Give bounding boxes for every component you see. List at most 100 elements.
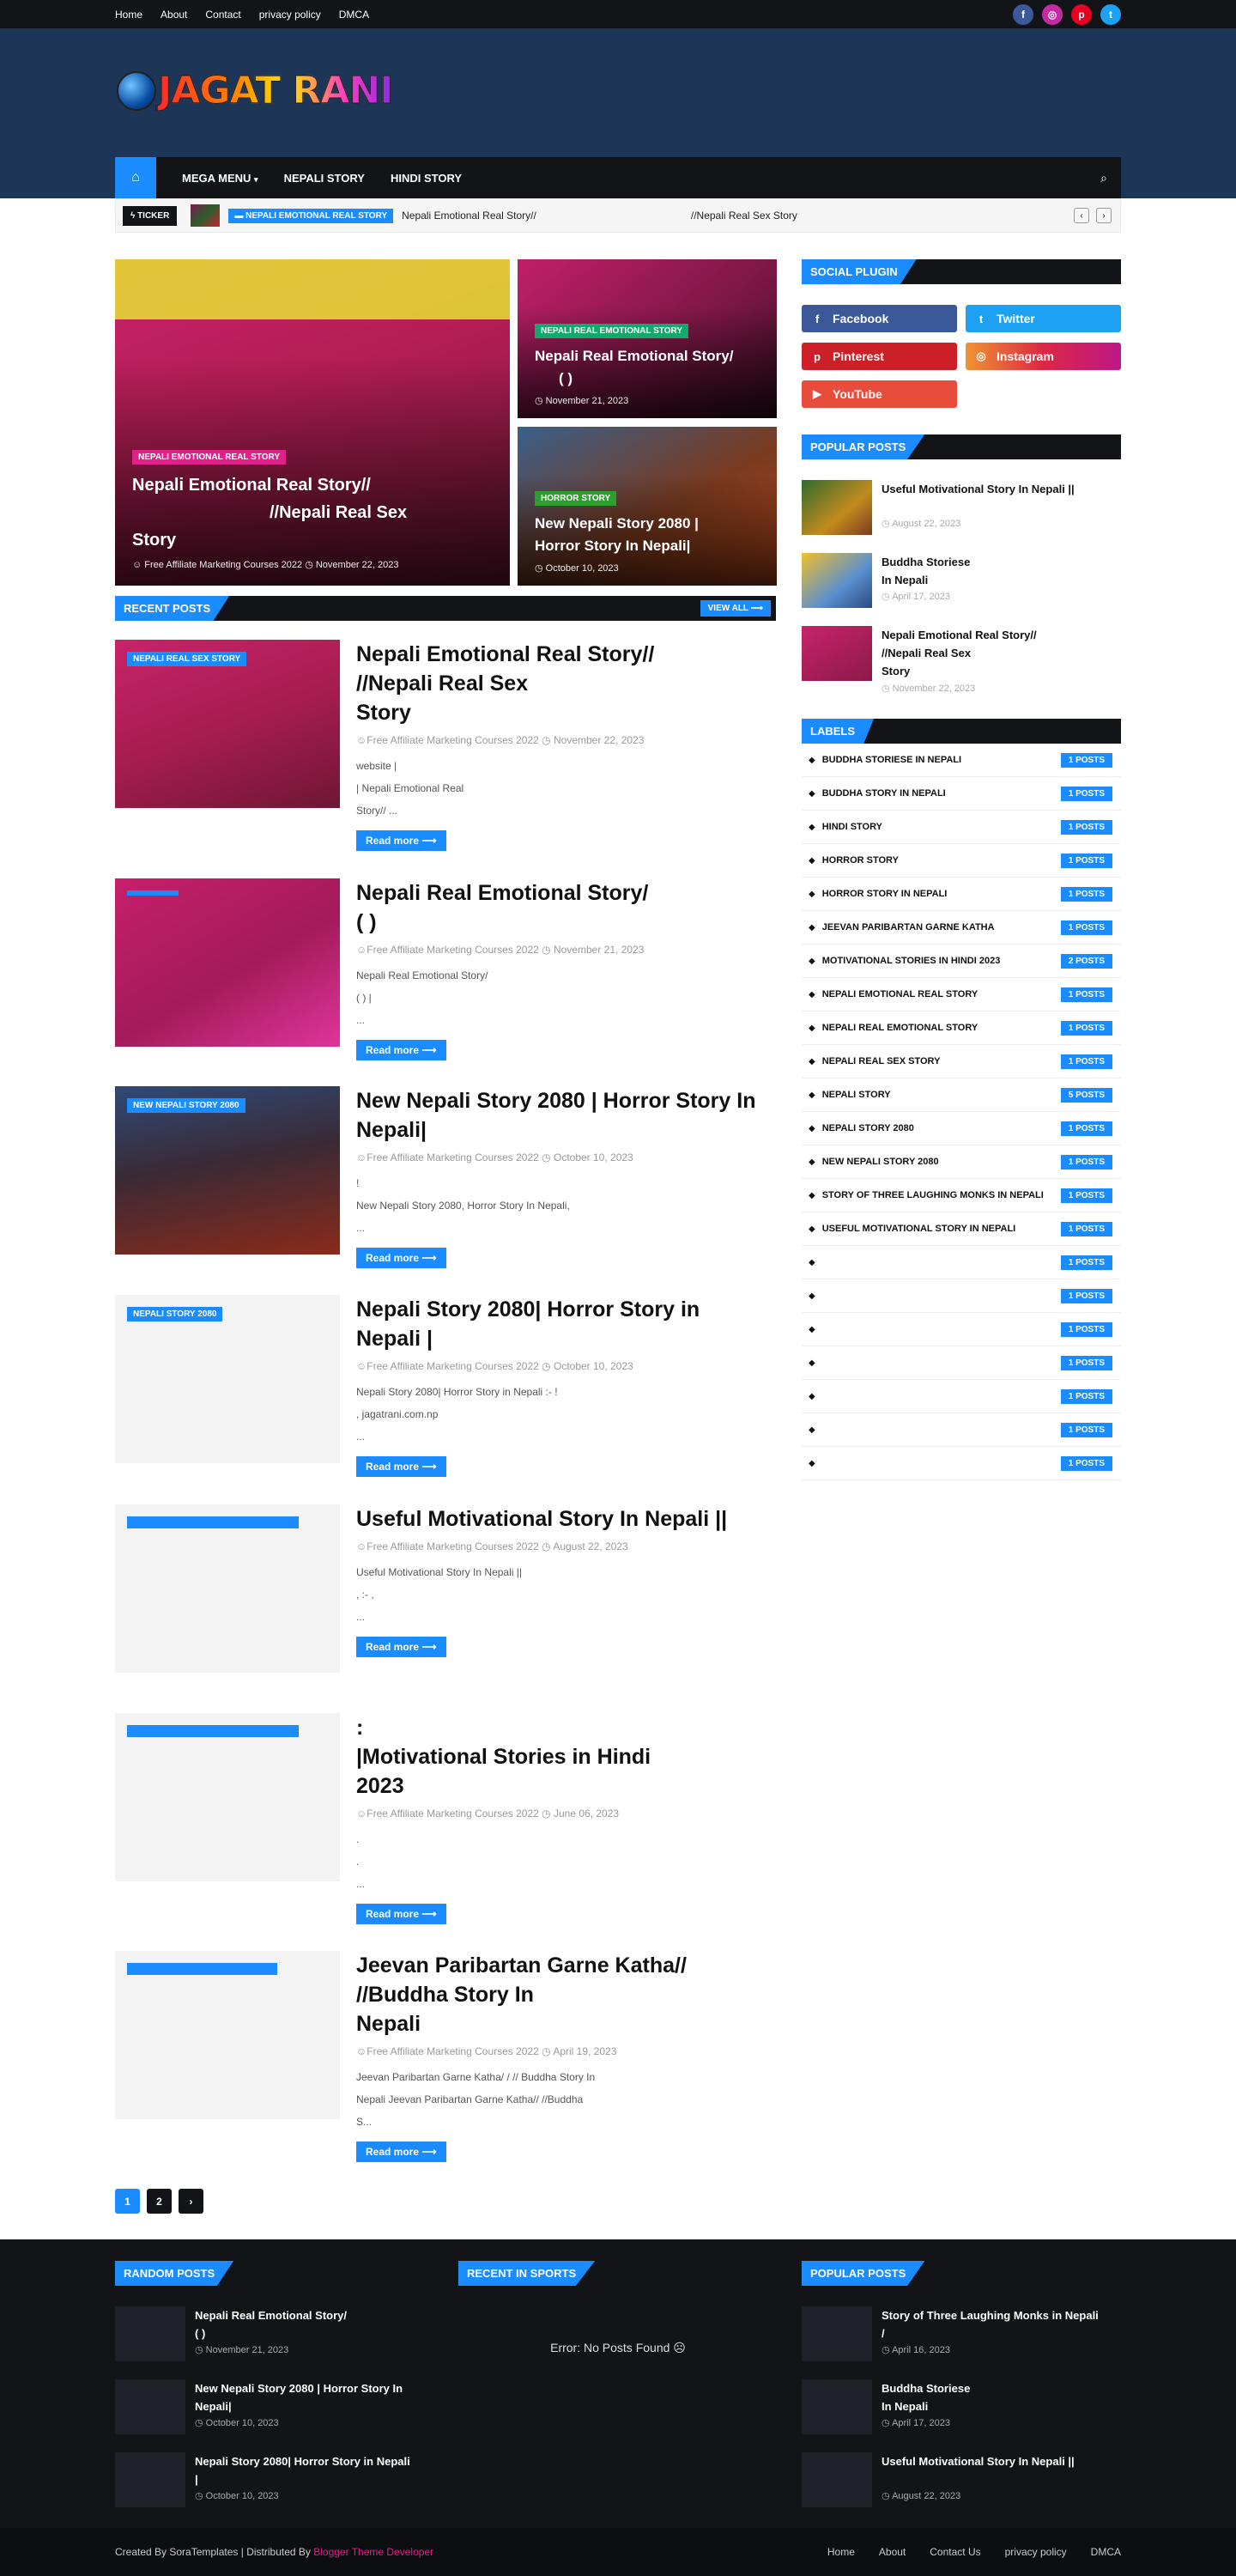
footer-popular-thumbnail[interactable] (802, 2452, 872, 2507)
featured-2-tag[interactable]: NEPALI REAL EMOTIONAL STORY (535, 324, 689, 338)
twitter-button[interactable]: t Twitter (966, 305, 1121, 332)
read-more-button[interactable]: Read more ⟶ (356, 830, 446, 851)
footer-popular-thumbnail[interactable] (802, 2379, 872, 2434)
next-page-button[interactable]: › (179, 2189, 203, 2214)
random-post-thumbnail[interactable] (115, 2379, 185, 2434)
label-item[interactable]: ◆ 1 POSTS (802, 1246, 1121, 1279)
label-item[interactable]: ◆ 1 POSTS (802, 1413, 1121, 1447)
view-all-button[interactable]: VIEW ALL ⟶ (700, 600, 771, 617)
site-logo[interactable]: JAGAT RANI (117, 69, 394, 113)
label-item[interactable]: ◆ USEFUL MOTIVATIONAL STORY IN NEPALI 1 PO… (802, 1212, 1121, 1246)
read-more-button[interactable]: Read more ⟶ (356, 1456, 446, 1477)
post-title[interactable]: New Nepali Story 2080 | Horror Story In … (356, 1086, 777, 1145)
popular-post-title[interactable]: Buddha Storiese In Nepali (882, 553, 1122, 589)
nav-mega-menu[interactable]: MEGA MENU ▾ (182, 172, 258, 185)
label-item[interactable]: ◆ 1 POSTS (802, 1279, 1121, 1313)
top-link-about[interactable]: About (161, 9, 187, 21)
ticker-title-2[interactable]: //Nepali Real Sex Story (691, 210, 797, 222)
post-title[interactable]: Nepali Story 2080| Horror Story in Nepal… (356, 1295, 777, 1353)
label-item[interactable]: ◆ NEPALI STORY 2080 1 POSTS (802, 1112, 1121, 1145)
post-thumbnail[interactable]: NEPALI REAL SEX STORY (115, 640, 340, 808)
read-more-button[interactable]: Read more ⟶ (356, 2142, 446, 2162)
label-item[interactable]: ◆ HORROR STORY 1 POSTS (802, 844, 1121, 878)
label-item[interactable]: ◆ BUDDHA STORY IN NEPALI 1 POSTS (802, 777, 1121, 811)
label-item[interactable]: ◆ BUDDHA STORIESE IN NEPALI 1 POSTS (802, 744, 1121, 777)
post-tag[interactable] (127, 1963, 277, 1975)
post-title[interactable]: Nepali Real Emotional Story/ ( ) (356, 878, 777, 937)
post-tag[interactable] (127, 1725, 299, 1737)
nav-hindi-story[interactable]: HINDI STORY (391, 172, 462, 185)
featured-3[interactable]: HORROR STORY New Nepali Story 2080 | Horr… (518, 427, 777, 586)
popular-post-thumbnail[interactable] (802, 626, 872, 681)
popular-post-thumbnail[interactable] (802, 480, 872, 535)
label-item[interactable]: ◆ HORROR STORY IN NEPALI 1 POSTS (802, 878, 1121, 911)
featured-main[interactable]: NEPALI EMOTIONAL REAL STORY Nepali Emoti… (115, 259, 510, 586)
post-title[interactable]: Nepali Emotional Real Story// //Nepali R… (356, 640, 777, 727)
post-tag[interactable]: NEPALI REAL SEX STORY (127, 652, 247, 666)
popular-post-title[interactable]: Nepali Emotional Real Story// //Nepali R… (882, 626, 1122, 680)
featured-2-title[interactable]: Nepali Real Emotional Story/ ( ) (535, 345, 760, 390)
footer-popular-thumbnail[interactable] (802, 2306, 872, 2361)
label-item[interactable]: ◆ NEPALI STORY 5 POSTS (802, 1078, 1121, 1112)
facebook-button[interactable]: f Facebook (802, 305, 957, 332)
instagram-icon[interactable]: ◎ (1042, 4, 1063, 25)
prev-arrow-icon[interactable]: ‹ (1074, 208, 1089, 223)
post-thumbnail[interactable]: NEPALI STORY 2080 (115, 1295, 340, 1463)
page-2-button[interactable]: 2 (147, 2189, 172, 2214)
read-more-button[interactable]: Read more ⟶ (356, 1637, 446, 1657)
post-title[interactable]: Jeevan Paribartan Garne Katha// //Buddha… (356, 1951, 777, 2038)
random-post-thumbnail[interactable] (115, 2306, 185, 2361)
popular-post-title[interactable]: Useful Motivational Story In Nepali || (882, 480, 1122, 498)
post-title[interactable]: : |Motivational Stories in Hindi 2023 (356, 1713, 777, 1801)
page-1-button[interactable]: 1 (115, 2189, 140, 2214)
label-item[interactable]: ◆ 1 POSTS (802, 1346, 1121, 1380)
label-item[interactable]: ◆ NEPALI REAL SEX STORY 1 POSTS (802, 1045, 1121, 1078)
featured-2[interactable]: NEPALI REAL EMOTIONAL STORY Nepali Real … (518, 259, 777, 418)
label-item[interactable]: ◆ 1 POSTS (802, 1380, 1121, 1413)
nav-nepali-story[interactable]: NEPALI STORY (284, 172, 365, 185)
featured-3-tag[interactable]: HORROR STORY (535, 491, 617, 506)
top-link-dmca[interactable]: DMCA (339, 9, 369, 21)
post-thumbnail[interactable]: NEW NEPALI STORY 2080 (115, 1086, 340, 1255)
footer-link-about[interactable]: About (879, 2546, 906, 2558)
random-post-title[interactable]: Nepali Story 2080| Horror Story in Nepal… (195, 2452, 435, 2488)
footer-popular-title[interactable]: Useful Motivational Story In Nepali || (882, 2452, 1122, 2470)
pinterest-button[interactable]: p Pinterest (802, 343, 957, 370)
footer-link-home[interactable]: Home (827, 2546, 855, 2558)
read-more-button[interactable]: Read more ⟶ (356, 1248, 446, 1268)
post-thumbnail[interactable] (115, 1951, 340, 2119)
label-item[interactable]: ◆ 1 POSTS (802, 1313, 1121, 1346)
footer-link-contact[interactable]: Contact Us (930, 2546, 980, 2558)
featured-main-tag[interactable]: NEPALI EMOTIONAL REAL STORY (132, 450, 287, 465)
post-tag[interactable] (127, 890, 179, 896)
home-icon[interactable]: ⌂ (115, 157, 156, 198)
post-tag[interactable]: NEW NEPALI STORY 2080 (127, 1098, 245, 1113)
featured-main-title[interactable]: Nepali Emotional Real Story// //Nepali Re… (132, 471, 493, 554)
read-more-button[interactable]: Read more ⟶ (356, 1904, 446, 1924)
top-link-home[interactable]: Home (115, 9, 142, 21)
label-item[interactable]: ◆ 1 POSTS (802, 1447, 1121, 1480)
ticker-tag[interactable]: ▬ NEPALI EMOTIONAL REAL STORY (228, 208, 394, 223)
footer-link-privacy[interactable]: privacy policy (1005, 2546, 1067, 2558)
footer-popular-title[interactable]: Story of Three Laughing Monks in Nepali … (882, 2306, 1122, 2342)
label-item[interactable]: ◆ NEW NEPALI STORY 2080 1 POSTS (802, 1145, 1121, 1179)
ticker-title[interactable]: Nepali Emotional Real Story// (402, 210, 536, 222)
post-title[interactable]: Useful Motivational Story In Nepali || (356, 1504, 777, 1534)
post-thumbnail[interactable] (115, 1504, 340, 1673)
twitter-icon[interactable]: t (1100, 4, 1121, 25)
next-arrow-icon[interactable]: › (1096, 208, 1112, 223)
facebook-icon[interactable]: f (1013, 4, 1033, 25)
footer-link-dmca[interactable]: DMCA (1091, 2546, 1121, 2558)
label-item[interactable]: ◆ NEPALI EMOTIONAL REAL STORY 1 POSTS (802, 978, 1121, 1012)
ticker-thumbnail[interactable] (191, 204, 221, 227)
post-tag[interactable] (127, 1516, 299, 1528)
label-item[interactable]: ◆ STORY OF THREE LAUGHING MONKS IN NEPALI… (802, 1179, 1121, 1212)
footer-popular-title[interactable]: Buddha Storiese In Nepali (882, 2379, 1122, 2415)
post-thumbnail[interactable] (115, 1713, 340, 1881)
random-post-title[interactable]: Nepali Real Emotional Story/ ( ) (195, 2306, 435, 2342)
random-post-title[interactable]: New Nepali Story 2080 | Horror Story In … (195, 2379, 435, 2415)
random-post-thumbnail[interactable] (115, 2452, 185, 2507)
label-item[interactable]: ◆ MOTIVATIONAL STORIES IN HINDI 2023 2 POS… (802, 945, 1121, 978)
post-thumbnail[interactable] (115, 878, 340, 1047)
label-item[interactable]: ◆ JEEVAN PARIBARTAN GARNE KATHA 1 POSTS (802, 911, 1121, 945)
